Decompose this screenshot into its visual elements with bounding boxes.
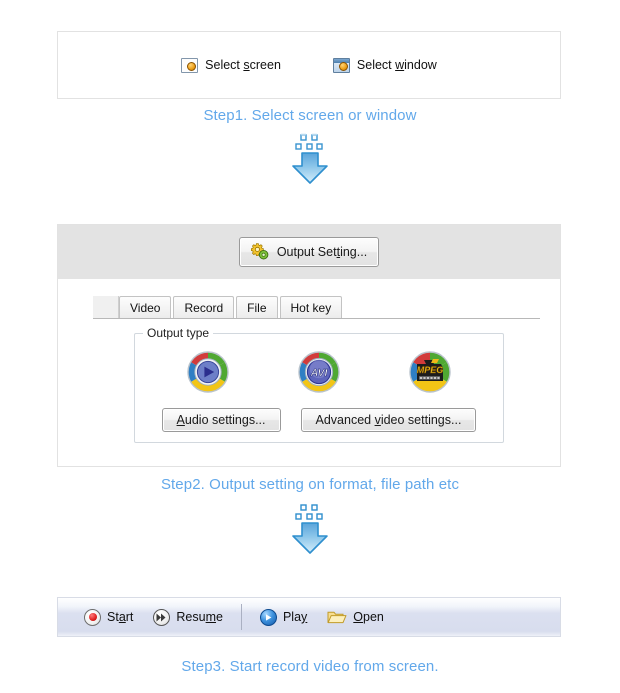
select-source-panel: Select screen Select window <box>57 31 561 99</box>
down-arrow-icon <box>288 503 332 555</box>
toolbar-separator <box>240 604 242 630</box>
step2-to-step3-arrow <box>0 503 620 560</box>
record-toolbar: Start Resume Play Open <box>58 598 560 636</box>
output-setting-button[interactable]: Output Setting... <box>238 236 380 267</box>
format-icon-row: AVI MPEG <box>135 350 503 394</box>
play-button-label: Play <box>282 610 308 624</box>
tabstrip-filler <box>344 296 540 318</box>
select-window-label: Select window <box>356 58 437 72</box>
resume-icon <box>153 608 171 626</box>
tab-file[interactable]: File <box>236 296 278 318</box>
resume-button[interactable]: Resume <box>143 604 233 630</box>
avi-format-icon[interactable]: AVI <box>297 350 341 394</box>
select-source-row: Select screen Select window <box>58 32 560 98</box>
record-icon <box>84 608 101 626</box>
output-type-groupbox: Output type AVI MPEG Audio settings... A… <box>134 326 504 443</box>
output-setting-header: Output Setting... <box>58 225 560 279</box>
mpeg-format-icon[interactable]: MPEG <box>408 350 452 394</box>
settings-tabstrip: Video Record File Hot key <box>93 296 540 319</box>
start-button[interactable]: Start <box>74 604 143 630</box>
tab-hot-key[interactable]: Hot key <box>279 296 343 318</box>
play-button[interactable]: Play <box>250 604 317 630</box>
window-icon <box>332 57 350 73</box>
step2-caption: Step2. Output setting on format, file pa… <box>160 476 460 493</box>
start-button-label: Start <box>107 610 134 624</box>
down-arrow-icon <box>288 133 332 185</box>
audio-settings-label: Audio settings... <box>176 413 266 427</box>
play-icon <box>259 608 277 626</box>
open-button[interactable]: Open <box>317 604 394 630</box>
step3-caption: Step3. Start record video from screen. <box>181 658 439 675</box>
select-screen-button[interactable]: Select screen <box>181 57 281 73</box>
output-setting-button-label: Output Setting... <box>276 244 368 259</box>
resume-button-label: Resume <box>176 610 223 624</box>
step1-to-step2-arrow <box>0 133 620 190</box>
output-setting-panel: Output Setting... Video Record File Hot … <box>57 224 561 467</box>
tabstrip-leading-gap <box>93 296 119 318</box>
select-screen-label: Select screen <box>205 58 281 72</box>
select-window-button[interactable]: Select window <box>332 57 437 73</box>
record-toolbar-panel: Start Resume Play Open <box>57 597 561 637</box>
tab-record[interactable]: Record <box>173 296 235 318</box>
advanced-video-settings-label: Advanced video settings... <box>315 413 462 427</box>
advanced-video-settings-button[interactable]: Advanced video settings... <box>300 408 477 432</box>
wmv-format-icon[interactable] <box>186 350 230 394</box>
screen-icon <box>181 57 199 73</box>
mpeg-format-label: MPEG <box>416 365 443 375</box>
audio-settings-button[interactable]: Audio settings... <box>161 408 281 432</box>
tutorial-page: Select screen Select window Step1. Selec… <box>0 0 620 693</box>
tab-video[interactable]: Video <box>119 296 172 318</box>
gear-icon <box>250 243 269 260</box>
groupbox-button-row: Audio settings... Advanced video setting… <box>135 408 503 432</box>
folder-open-icon <box>327 609 347 625</box>
open-button-label: Open <box>353 610 384 624</box>
avi-format-label: AVI <box>310 367 329 379</box>
step1-caption: Step1. Select screen or window <box>203 107 417 124</box>
output-type-title: Output type <box>143 326 214 340</box>
